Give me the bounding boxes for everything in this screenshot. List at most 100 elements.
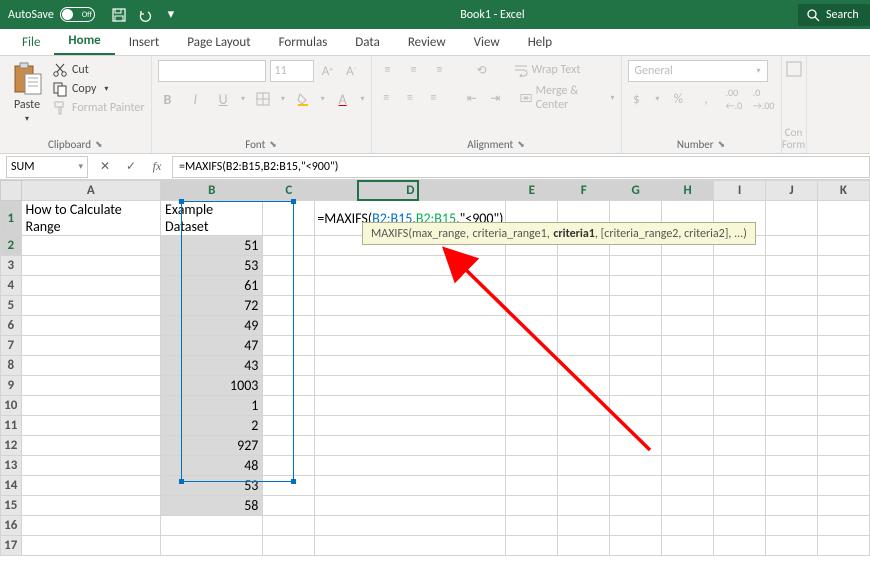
search-box[interactable]: Search [798, 4, 870, 26]
cell-I11[interactable] [714, 416, 766, 436]
column-header-A[interactable]: A [21, 181, 161, 201]
column-header-C[interactable]: C [263, 181, 315, 201]
cell-E5[interactable] [506, 296, 558, 316]
cell-D13[interactable] [315, 456, 506, 476]
cell-D4[interactable] [315, 276, 506, 296]
row-header-10[interactable]: 10 [1, 396, 22, 416]
column-header-I[interactable]: I [714, 181, 766, 201]
paste-button[interactable]: Paste ▾ [6, 60, 48, 124]
cell-I4[interactable] [714, 276, 766, 296]
cell-F14[interactable] [558, 476, 610, 496]
tab-data[interactable]: Data [341, 30, 394, 55]
cell-D16[interactable] [315, 516, 506, 536]
cell-E7[interactable] [506, 336, 558, 356]
borders-button[interactable] [253, 88, 273, 110]
column-header-F[interactable]: F [558, 181, 610, 201]
name-box[interactable]: SUM ▾ [6, 156, 88, 178]
tab-review[interactable]: Review [394, 30, 460, 55]
cell-I14[interactable] [714, 476, 766, 496]
cell-K4[interactable] [817, 276, 869, 296]
cell-H9[interactable] [662, 376, 714, 396]
row-header-4[interactable]: 4 [1, 276, 22, 296]
cell-I5[interactable] [714, 296, 766, 316]
row-header-5[interactable]: 5 [1, 296, 22, 316]
italic-button[interactable]: I [185, 88, 205, 110]
font-dialog-launcher[interactable]: ⬊ [269, 139, 277, 150]
cell-A14[interactable] [21, 476, 161, 496]
cell-H17[interactable] [662, 536, 714, 556]
cell-B4[interactable]: 61 [161, 276, 263, 296]
bold-button[interactable]: B [158, 88, 178, 110]
decrease-decimal-button[interactable]: .0→.00 [753, 88, 775, 110]
cell-I15[interactable] [714, 496, 766, 516]
row-header-13[interactable]: 13 [1, 456, 22, 476]
font-size-dropdown[interactable]: 11 [270, 60, 314, 82]
number-format-dropdown[interactable]: General▾ [628, 60, 768, 82]
cell-D7[interactable] [315, 336, 506, 356]
align-top-button[interactable]: ≡ [378, 60, 398, 80]
column-header-H[interactable]: H [662, 181, 714, 201]
cell-D8[interactable] [315, 356, 506, 376]
tab-home[interactable]: Home [54, 28, 114, 55]
cell-G17[interactable] [610, 536, 662, 556]
cell-B12[interactable]: 927 [161, 436, 263, 456]
row-header-11[interactable]: 11 [1, 416, 22, 436]
cell-C5[interactable] [263, 296, 315, 316]
cell-I13[interactable] [714, 456, 766, 476]
cell-A17[interactable] [21, 536, 161, 556]
cell-J13[interactable] [766, 456, 818, 476]
cell-B10[interactable]: 1 [161, 396, 263, 416]
cell-G14[interactable] [610, 476, 662, 496]
autosave-switch[interactable]: Off [60, 7, 95, 22]
cell-B14[interactable]: 53 [161, 476, 263, 496]
cell-B11[interactable]: 2 [161, 416, 263, 436]
cell-J17[interactable] [766, 536, 818, 556]
row-header-3[interactable]: 3 [1, 256, 22, 276]
cell-B8[interactable]: 43 [161, 356, 263, 376]
decrease-indent-button[interactable]: ⇤ [463, 88, 481, 108]
cell-G11[interactable] [610, 416, 662, 436]
save-icon[interactable] [111, 7, 127, 23]
cell-G15[interactable] [610, 496, 662, 516]
percent-button[interactable]: % [669, 88, 687, 110]
cell-A15[interactable] [21, 496, 161, 516]
column-header-J[interactable]: J [766, 181, 818, 201]
cell-K15[interactable] [817, 496, 869, 516]
cell-F7[interactable] [558, 336, 610, 356]
tab-view[interactable]: View [460, 30, 514, 55]
cell-E4[interactable] [506, 276, 558, 296]
cell-I12[interactable] [714, 436, 766, 456]
cell-I17[interactable] [714, 536, 766, 556]
cell-D17[interactable] [315, 536, 506, 556]
column-header-E[interactable]: E [506, 181, 558, 201]
font-name-dropdown[interactable] [158, 60, 266, 82]
cell-F17[interactable] [558, 536, 610, 556]
cell-D14[interactable] [315, 476, 506, 496]
cell-H10[interactable] [662, 396, 714, 416]
cell-C3[interactable] [263, 256, 315, 276]
cell-J14[interactable] [766, 476, 818, 496]
cell-F11[interactable] [558, 416, 610, 436]
formula-input[interactable]: =MAXIFS(B2:B15,B2:B15,"<900") [172, 156, 870, 178]
align-center-button[interactable]: ≡ [401, 88, 419, 108]
cell-G3[interactable] [610, 256, 662, 276]
accept-formula-button[interactable]: ✓ [118, 156, 144, 178]
name-box-dropdown-icon[interactable]: ▾ [78, 161, 83, 172]
cell-B5[interactable]: 72 [161, 296, 263, 316]
cell-D3[interactable] [315, 256, 506, 276]
row-header-2[interactable]: 2 [1, 236, 22, 256]
cell-E13[interactable] [506, 456, 558, 476]
cell-J4[interactable] [766, 276, 818, 296]
cell-B16[interactable] [161, 516, 263, 536]
row-header-12[interactable]: 12 [1, 436, 22, 456]
cell-C15[interactable] [263, 496, 315, 516]
cell-H11[interactable] [662, 416, 714, 436]
cell-K3[interactable] [817, 256, 869, 276]
cell-B6[interactable]: 49 [161, 316, 263, 336]
cell-A6[interactable] [21, 316, 161, 336]
cell-E6[interactable] [506, 316, 558, 336]
cell-K16[interactable] [817, 516, 869, 536]
cell-K17[interactable] [817, 536, 869, 556]
cell-D11[interactable] [315, 416, 506, 436]
cell-G6[interactable] [610, 316, 662, 336]
